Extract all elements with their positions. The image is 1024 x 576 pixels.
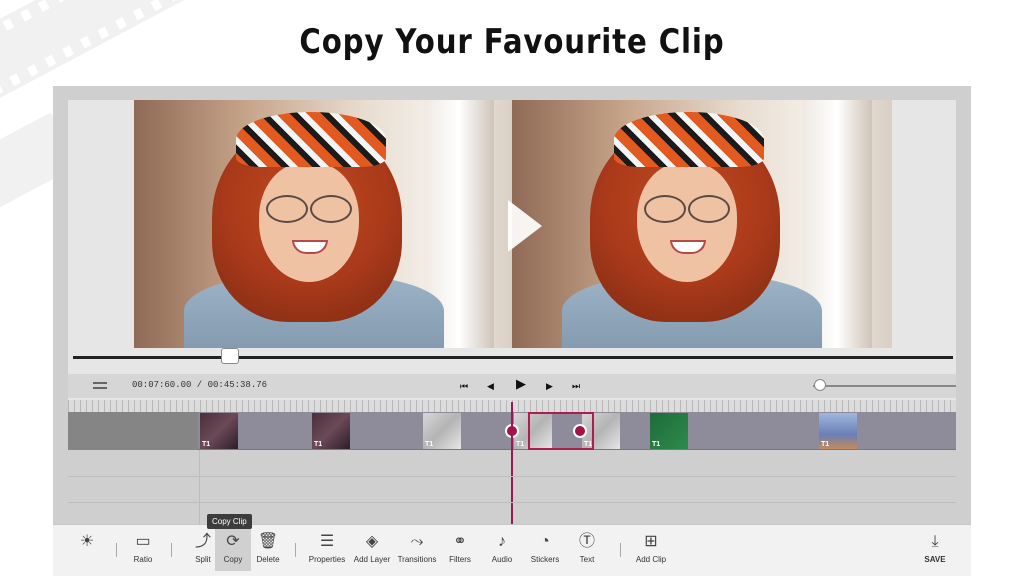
preview-scrub-handle[interactable] [221, 348, 239, 364]
clip-label: T1 [202, 441, 211, 448]
clip-thumbnail[interactable]: T1 [312, 413, 350, 449]
delete-button[interactable]: 🗑 Delete [246, 531, 290, 564]
play-button[interactable]: ▶ [516, 377, 526, 391]
preview-photo [512, 100, 892, 348]
sun-icon: ☀ [79, 533, 95, 550]
download-icon: ⤓ [931, 533, 939, 550]
play-overlay-icon[interactable] [508, 200, 542, 252]
bottom-toolbar: ☀ ▭ Ratio ⤴ Split ⟳ Copy 🗑 Delete ☰ Propertie… [53, 524, 971, 576]
transitions-button[interactable]: ⤳ Transitions [395, 531, 439, 564]
playhead[interactable] [511, 402, 513, 524]
brightness-button[interactable]: ☀ [65, 531, 109, 553]
transitions-icon: ⤳ [410, 533, 424, 550]
clip-label: T1 [821, 441, 830, 448]
audio-button[interactable]: ♪ Audio [480, 531, 524, 564]
clip-thumbnail[interactable]: T1 [819, 413, 857, 449]
toolbar-separator [171, 543, 172, 557]
skip-to-start-button[interactable]: ⏮ [460, 379, 468, 393]
music-note-icon: ♪ [498, 533, 506, 550]
transport-bar: 00:07:60.00 / 00:45:38.76 ⏮ ◀ ▶ ▶ ⏭ [68, 374, 956, 398]
clip-label: T1 [652, 441, 661, 448]
clip-thumbnail[interactable]: T1 [423, 413, 461, 449]
sliders-icon: ☰ [319, 533, 335, 550]
add-clip-button[interactable]: ⊞ Add Clip [629, 531, 673, 564]
zoom-slider-handle[interactable] [814, 379, 826, 391]
headline: Copy Your Favourite Clip [299, 22, 725, 62]
filters-icon: ⚭ [453, 533, 467, 550]
save-button[interactable]: ⤓ SAVE [913, 531, 957, 564]
toolbar-separator [295, 543, 296, 557]
step-back-button[interactable]: ◀ [487, 379, 494, 393]
clip-thumbnail[interactable]: T1 [650, 413, 688, 449]
step-forward-button[interactable]: ▶ [546, 379, 553, 393]
track-header [68, 412, 198, 450]
text-icon: Ⓣ [578, 533, 595, 550]
menu-icon[interactable] [93, 382, 107, 389]
copy-clip-tooltip: Copy Clip [207, 514, 252, 529]
clip-label: T1 [425, 441, 434, 448]
skip-to-end-button[interactable]: ⏭ [572, 379, 580, 393]
video-editor-window: 00:07:60.00 / 00:45:38.76 ⏮ ◀ ▶ ▶ ⏭ T1 T… [53, 86, 971, 576]
page: Copy Your Favourite Clip 00:07:60.00 / 0… [0, 0, 1024, 576]
zoom-slider[interactable] [813, 385, 956, 387]
text-button[interactable]: Ⓣ Text [565, 531, 609, 564]
aspect-ratio-icon: ▭ [135, 533, 151, 550]
preview-photo [134, 100, 514, 348]
stickers-button[interactable]: ◔ Stickers [523, 531, 567, 564]
track-header-divider [199, 450, 200, 525]
clip-thumbnail[interactable]: T1 [200, 413, 238, 449]
preview-frame-before [134, 100, 514, 348]
trash-icon: 🗑 [257, 533, 279, 550]
trim-handle-right[interactable] [573, 424, 587, 438]
track-divider [68, 502, 956, 503]
filters-button[interactable]: ⚭ Filters [438, 531, 482, 564]
preview-frame-after [512, 100, 892, 348]
properties-button[interactable]: ☰ Properties [305, 531, 349, 564]
clip-label: T1 [314, 441, 323, 448]
timecode: 00:07:60.00 / 00:45:38.76 [132, 380, 268, 390]
toolbar-separator [116, 543, 117, 557]
toolbar-separator [620, 543, 621, 557]
add-video-icon: ⊞ [644, 533, 658, 550]
sticker-icon: ◔ [540, 533, 550, 550]
clip-label: T1 [516, 441, 525, 448]
layers-icon: ◈ [365, 533, 379, 550]
add-layer-button[interactable]: ◈ Add Layer [350, 531, 394, 564]
track-divider [68, 476, 956, 477]
preview-scrub-bar[interactable] [73, 356, 953, 359]
ratio-button[interactable]: ▭ Ratio [121, 531, 165, 564]
